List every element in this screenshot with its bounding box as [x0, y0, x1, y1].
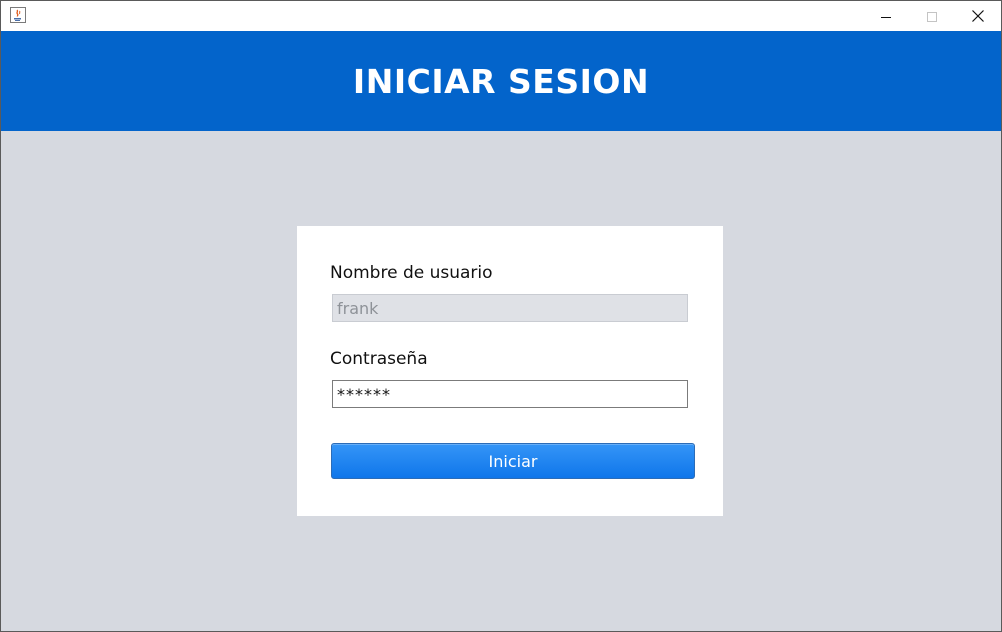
maximize-button[interactable]: [909, 1, 955, 31]
maximize-icon: [927, 7, 937, 26]
username-label: Nombre de usuario: [330, 263, 493, 283]
login-button[interactable]: Iniciar: [331, 443, 695, 479]
login-button-label: Iniciar: [488, 451, 538, 471]
minimize-button[interactable]: [863, 1, 909, 31]
login-card: Nombre de usuario Contraseña Iniciar: [297, 226, 723, 516]
minimize-icon: [881, 7, 891, 26]
username-field[interactable]: [332, 294, 688, 322]
password-label: Contraseña: [330, 349, 428, 369]
java-app-icon[interactable]: [10, 7, 26, 23]
password-field[interactable]: [332, 380, 688, 408]
page-header: INICIAR SESION: [1, 31, 1001, 131]
close-button[interactable]: [955, 1, 1001, 31]
title-bar[interactable]: [1, 1, 1001, 31]
close-icon: [972, 7, 984, 26]
app-window: INICIAR SESION Nombre de usuario Contras…: [0, 0, 1002, 632]
page-title: INICIAR SESION: [352, 61, 650, 101]
